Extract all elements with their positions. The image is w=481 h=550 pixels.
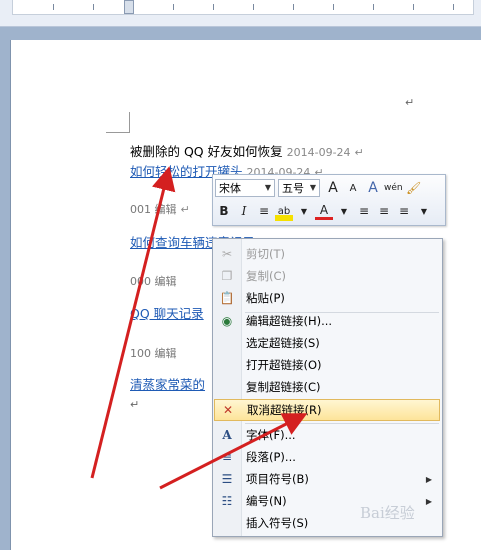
arrow-to-menu-item (159, 413, 308, 490)
arrow-to-link (90, 166, 176, 479)
annotation-arrows (90, 166, 308, 490)
